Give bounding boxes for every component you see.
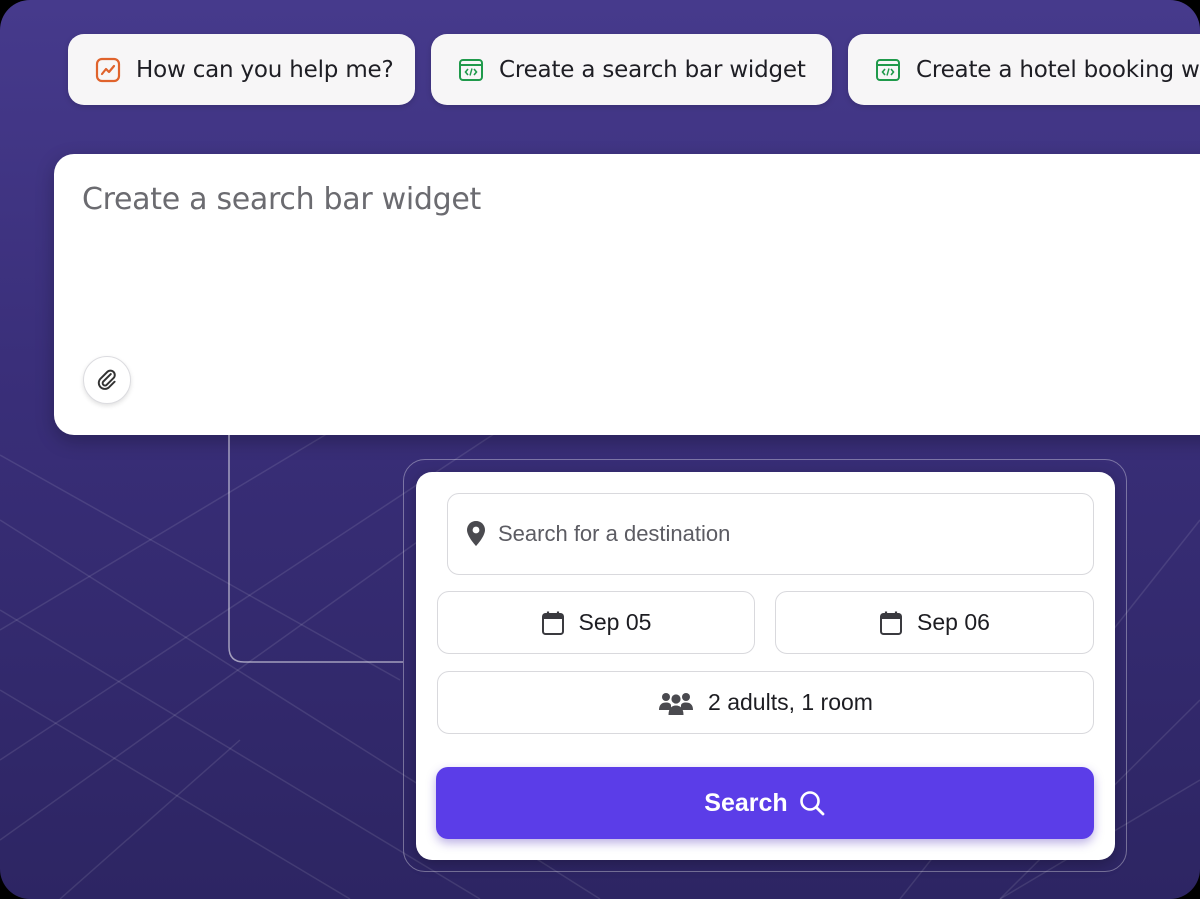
destination-placeholder: Search for a destination	[498, 521, 731, 546]
location-pin-icon	[467, 521, 485, 546]
destination-input[interactable]: Search for a destination	[447, 493, 1094, 575]
suggestion-chip-label: Create a hotel booking wo	[916, 56, 1200, 83]
search-widget: Search for a destination Sep 05 Sep 06 2…	[416, 472, 1115, 860]
suggestion-chip-label: Create a search bar widget	[499, 56, 806, 83]
checkin-date-value: Sep 05	[578, 609, 652, 635]
checkout-date-value: Sep 06	[917, 609, 990, 635]
suggestion-chip-help[interactable]: How can you help me?	[68, 34, 415, 105]
paperclip-icon	[97, 369, 116, 390]
prompt-input[interactable]: Create a search bar widget	[54, 154, 1200, 435]
code-window-icon	[876, 58, 900, 81]
suggestion-chip-hotel-widget[interactable]: Create a hotel booking wo	[848, 34, 1200, 105]
guests-value: 2 adults, 1 room	[708, 689, 873, 715]
search-button[interactable]: Search	[436, 767, 1094, 839]
guests-selector[interactable]: 2 adults, 1 room	[437, 671, 1094, 734]
checkout-date-field[interactable]: Sep 06	[775, 591, 1094, 654]
checkin-date-field[interactable]: Sep 05	[437, 591, 755, 654]
chart-trend-icon	[95, 57, 121, 82]
search-button-label: Search	[704, 788, 788, 817]
calendar-icon	[880, 611, 903, 635]
search-icon	[799, 791, 825, 816]
people-group-icon	[659, 692, 694, 715]
calendar-icon	[541, 611, 564, 635]
code-window-icon	[459, 58, 483, 81]
prompt-text: Create a search bar widget	[82, 182, 482, 217]
suggestion-chip-search-widget[interactable]: Create a search bar widget	[431, 34, 832, 105]
suggestion-chip-label: How can you help me?	[136, 56, 394, 83]
attach-button[interactable]	[83, 356, 131, 404]
app-frame: How can you help me? Create a search bar…	[0, 0, 1200, 899]
